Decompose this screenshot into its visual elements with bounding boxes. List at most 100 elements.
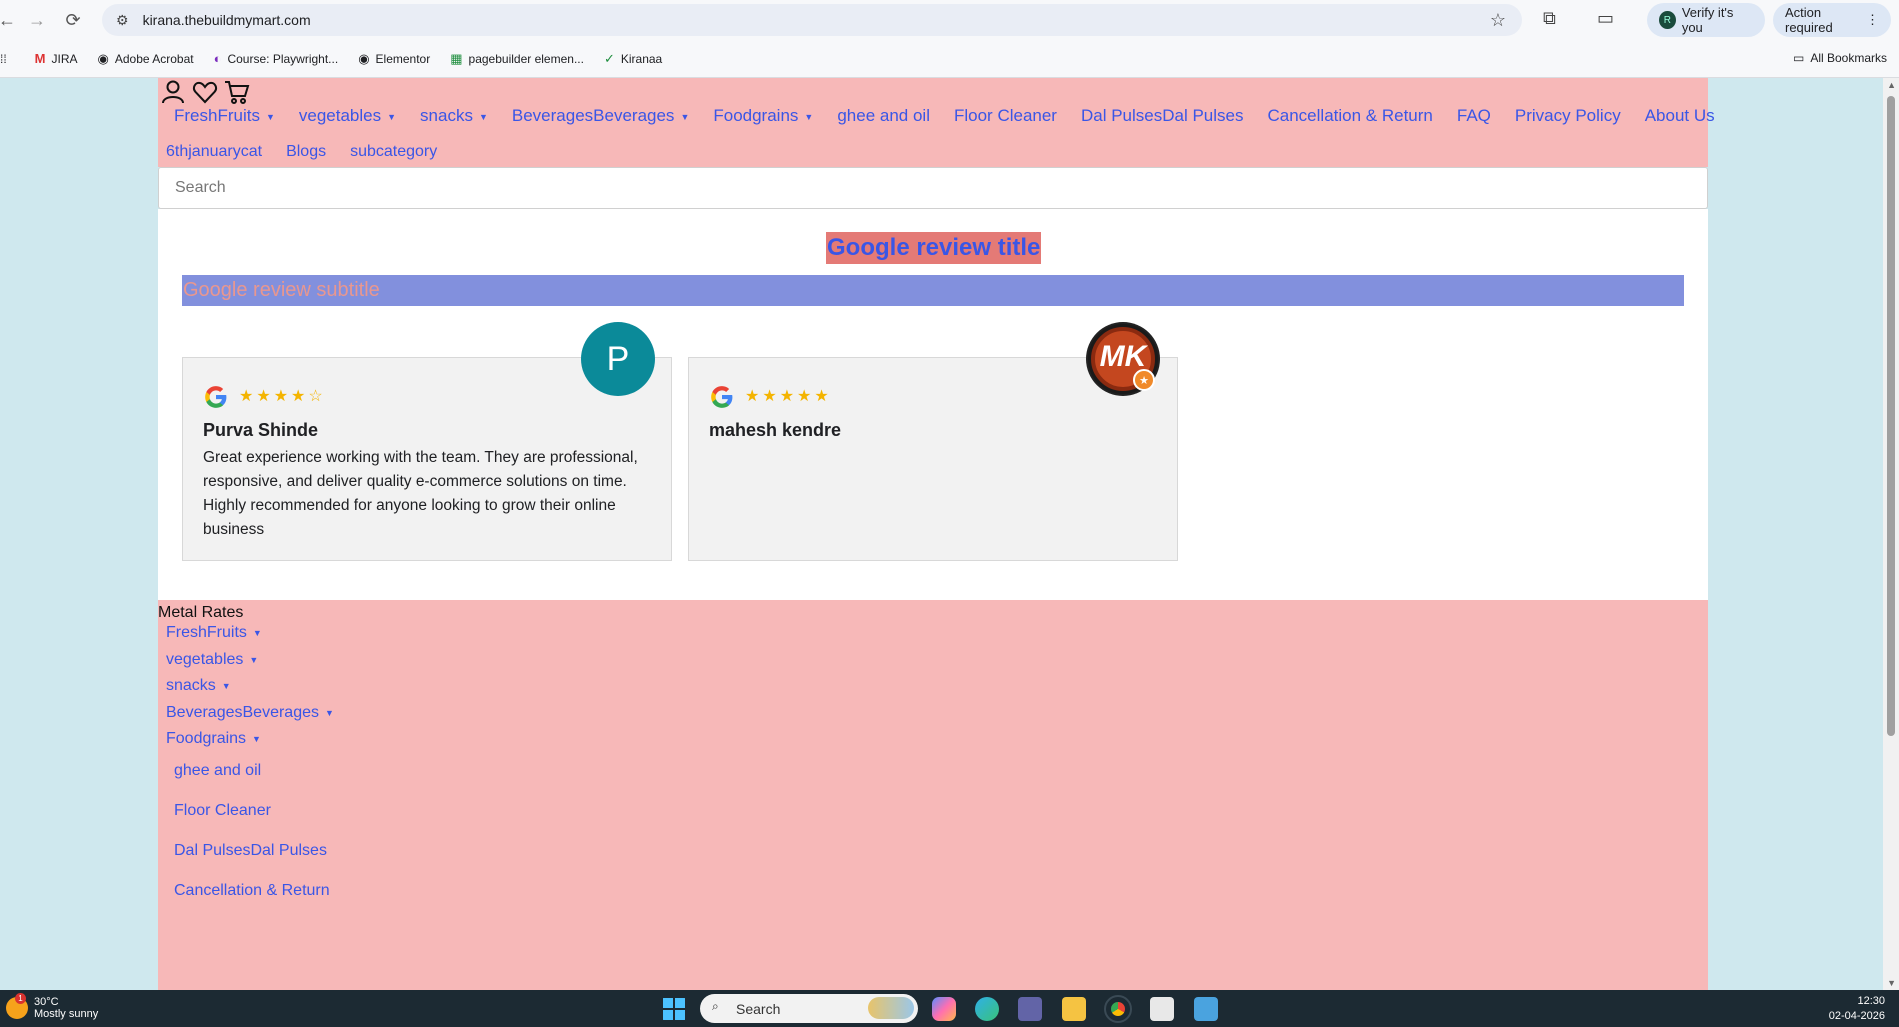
chevron-down-icon: ▼ <box>221 680 231 691</box>
copilot-icon[interactable] <box>932 997 956 1021</box>
nav-link[interactable]: Privacy Policy <box>1515 106 1621 126</box>
teams-icon[interactable] <box>1018 997 1042 1021</box>
bookmark-jira[interactable]: M JIRA <box>35 51 78 66</box>
all-bookmarks-button[interactable]: ▭ All Bookmarks <box>1793 51 1887 65</box>
more-menu-icon[interactable]: ⋮ <box>1866 12 1879 28</box>
bookmarks-bar: ⁞⁞ M JIRA ◉ Adobe Acrobat ◐ Course: Playwri… <box>0 40 1899 78</box>
cast-icon[interactable]: ▭ <box>1597 8 1614 29</box>
url-text[interactable]: kirana.thebuildmymart.com <box>143 12 311 28</box>
header-icons <box>160 79 250 105</box>
nav-link[interactable]: BeveragesBeverages ▼ <box>512 106 689 126</box>
google-icon <box>711 386 733 408</box>
footer-link-label: FreshFruits <box>166 624 247 641</box>
site-header: FreshFruits ▼ vegetables ▼ snacks ▼ BeveragesB… <box>158 78 1715 167</box>
bookmark-label: Adobe Acrobat <box>114 51 194 66</box>
taskbar-search-label: Search <box>736 1000 781 1017</box>
bookmark-label: pagebuilder elemen... <box>468 51 584 66</box>
system-clock[interactable]: 12:30 02-04-2026 <box>1829 994 1885 1024</box>
nav-link[interactable]: Blogs <box>286 143 326 161</box>
site-info-icon[interactable]: ⚙ <box>116 12 129 29</box>
chrome-icon[interactable] <box>1104 995 1132 1023</box>
bookmark-kiranaa[interactable]: ✓ Kiranaa <box>604 51 662 67</box>
rating-stars: ★★★★☆ <box>239 388 326 405</box>
nav-link[interactable]: ghee and oil <box>837 106 930 126</box>
reload-icon[interactable]: ⟳ <box>58 5 88 35</box>
sun-icon: 1 <box>6 993 28 1019</box>
scroll-down-icon[interactable]: ▼ <box>1887 978 1896 988</box>
search-input[interactable] <box>158 167 1708 209</box>
nav-link-label: ghee and oil <box>837 106 930 125</box>
nav-link[interactable]: subcategory <box>350 143 437 161</box>
heart-icon[interactable] <box>192 79 218 105</box>
apps-icon[interactable]: ⁞⁞ <box>0 52 7 66</box>
nav-link[interactable]: Cancellation & Return <box>1268 106 1433 126</box>
address-bar[interactable]: ⚙ kirana.thebuildmymart.com ☆ <box>102 4 1522 36</box>
footer-link[interactable]: Dal PulsesDal Pulses <box>174 842 327 860</box>
review-subtitle: Google review subtitle <box>182 275 1684 306</box>
scrollbar[interactable]: ▲ ▼ <box>1883 78 1899 990</box>
footer-link-label: vegetables <box>166 651 244 668</box>
nav-link[interactable]: 6thjanuarycat <box>166 143 262 161</box>
review-text: Great experience working with the team. … <box>203 449 638 538</box>
windows-taskbar: 1 30°C Mostly sunny ⌕ Search 12:30 02-04… <box>0 990 1899 1027</box>
footer-link[interactable]: snacks ▼ <box>166 677 231 695</box>
bookmark-star-icon[interactable]: ☆ <box>1490 10 1506 31</box>
nav-link-label: About Us <box>1644 106 1715 125</box>
nav-link[interactable]: FreshFruits ▼ <box>174 106 275 126</box>
nav-link-label: BeveragesBeverages <box>511 106 675 125</box>
nav-link-label: Floor Cleaner <box>953 106 1057 125</box>
nav-link[interactable]: Foodgrains ▼ <box>713 106 813 126</box>
start-icon[interactable] <box>662 997 686 1021</box>
check-circle-icon: ✓ <box>603 50 615 66</box>
footer-link-label: snacks <box>166 677 216 694</box>
cart-icon[interactable] <box>224 79 250 105</box>
notepad-icon[interactable] <box>1194 997 1218 1021</box>
nav-link-label: FAQ <box>1456 106 1491 125</box>
footer-link[interactable]: FreshFruits ▼ <box>166 624 262 642</box>
bookmark-pagebuilder[interactable]: ▦ pagebuilder elemen... <box>450 51 584 67</box>
verify-button[interactable]: R Verify it's you <box>1647 3 1765 37</box>
scroll-up-icon[interactable]: ▲ <box>1887 80 1896 90</box>
app-icon[interactable] <box>1150 997 1174 1021</box>
action-required-button[interactable]: Action required ⋮ <box>1773 3 1891 37</box>
footer-link[interactable]: BeveragesBeverages ▼ <box>166 704 334 722</box>
user-icon[interactable] <box>160 79 186 105</box>
main-menu: FreshFruits ▼ vegetables ▼ snacks ▼ BeveragesB… <box>174 106 1739 126</box>
weather-widget[interactable]: 1 30°C Mostly sunny <box>6 993 99 1020</box>
nav-link[interactable]: Dal PulsesDal Pulses <box>1081 106 1244 126</box>
search-highlight-icon <box>868 997 914 1019</box>
chevron-down-icon: ▼ <box>680 111 690 122</box>
bookmark-course[interactable]: ◐ Course: Playwright... <box>214 51 339 66</box>
footer-link[interactable]: ghee and oil <box>174 762 261 780</box>
chevron-down-icon: ▼ <box>252 627 262 638</box>
reviewer-name: Purva Shinde <box>203 420 319 440</box>
footer-link[interactable]: Cancellation & Return <box>174 882 330 900</box>
back-icon[interactable]: ← <box>0 5 22 35</box>
footer-link[interactable]: vegetables ▼ <box>166 651 258 669</box>
footer-link[interactable]: Floor Cleaner <box>174 802 271 820</box>
reviewer-name: mahesh kendre <box>709 420 842 440</box>
footer-link[interactable]: Foodgrains ▼ <box>166 730 261 748</box>
course-icon: ◐ <box>213 51 222 66</box>
globe-icon: ◉ <box>358 50 370 66</box>
nav-link[interactable]: About Us <box>1645 106 1715 126</box>
edge-icon[interactable] <box>975 997 999 1021</box>
weather-text: Mostly sunny <box>34 1008 99 1020</box>
taskbar-search[interactable]: ⌕ Search <box>700 994 918 1023</box>
nav-link[interactable]: Floor Cleaner <box>954 106 1057 126</box>
footer-link-label: ghee and oil <box>174 762 262 779</box>
bookmark-adobe[interactable]: ◉ Adobe Acrobat <box>98 51 194 67</box>
file-explorer-icon[interactable] <box>1062 997 1086 1021</box>
avatar-initials: MK <box>1099 340 1147 373</box>
extensions-icon[interactable]: ⧉ <box>1543 8 1556 29</box>
scroll-thumb[interactable] <box>1887 96 1895 736</box>
action-required-label: Action required <box>1785 5 1833 35</box>
nav-link[interactable]: FAQ <box>1457 106 1491 126</box>
bookmark-elementor[interactable]: ◉ Elementor <box>358 51 430 67</box>
browser-toolbar: ← → ⟳ ⚙ kirana.thebuildmymart.com ☆ ⧉ ▭ … <box>0 0 1899 40</box>
footer-link-label: Floor Cleaner <box>174 802 271 819</box>
nav-link[interactable]: vegetables ▼ <box>299 106 396 126</box>
forward-icon[interactable]: → <box>22 5 52 35</box>
nav-link-label: FreshFruits <box>174 106 260 125</box>
nav-link[interactable]: snacks ▼ <box>420 106 488 126</box>
